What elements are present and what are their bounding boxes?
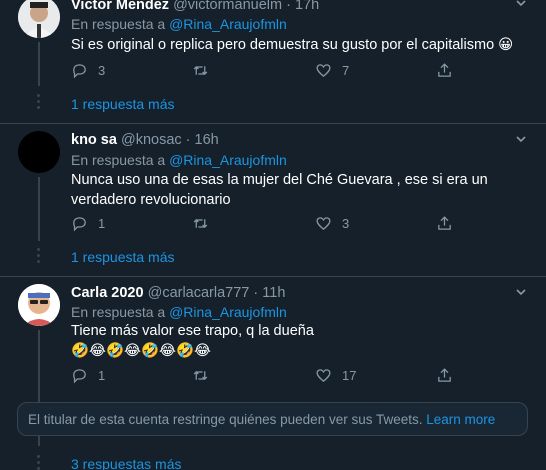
show-more-replies-link[interactable]: 1 respuesta más xyxy=(71,249,175,265)
learn-more-link[interactable]: Learn more xyxy=(426,412,495,427)
like-button[interactable]: 17 xyxy=(315,365,356,385)
like-button[interactable]: 3 xyxy=(315,213,349,233)
share-icon xyxy=(438,215,451,230)
share-button[interactable] xyxy=(436,60,453,80)
thread-dots xyxy=(37,248,41,266)
share-button[interactable] xyxy=(436,365,453,385)
reply-to-line: En respuesta a @Rina_Araujofmln xyxy=(71,152,287,168)
avatar[interactable] xyxy=(18,131,60,173)
share-icon xyxy=(438,62,451,77)
retweet-button[interactable] xyxy=(192,60,219,80)
retweet-icon xyxy=(193,65,208,75)
tweet-victor-mendez[interactable]: Victor Mendez @victormanuelm · 17h En re… xyxy=(0,0,546,124)
tweet-kno-sa[interactable]: kno sa @knosac · 16h En respuesta a @Rin… xyxy=(0,124,546,276)
author-handle[interactable]: @carlacarla777 xyxy=(148,285,250,301)
retweet-button[interactable] xyxy=(192,365,219,385)
chevron-down-icon[interactable] xyxy=(514,0,528,10)
author-name[interactable]: Victor Mendez xyxy=(71,0,169,13)
tweet-carla-2020[interactable]: Carla 2020 @carlacarla777 · 11h En respu… xyxy=(0,277,546,470)
author-name[interactable]: kno sa xyxy=(71,132,117,148)
like-count: 7 xyxy=(342,62,350,78)
reply-count: 1 xyxy=(98,215,106,231)
show-more-replies-link[interactable]: 3 respuestas más xyxy=(71,456,182,470)
chevron-down-icon[interactable] xyxy=(514,285,528,299)
author-name[interactable]: Carla 2020 xyxy=(71,285,144,301)
tweet-header: Victor Mendez @victormanuelm · 17h xyxy=(71,0,319,13)
tweet-time[interactable]: 11h xyxy=(262,285,285,301)
retweet-button[interactable] xyxy=(192,213,219,233)
thread-line xyxy=(38,177,40,241)
tweet-text: Tiene más valor ese trapo, q la dueña 🤣😂… xyxy=(71,321,521,361)
tweet-text: Nunca uso una de esas la mujer del Ché G… xyxy=(71,172,488,208)
like-icon xyxy=(316,216,331,230)
tweet-actions: 1 17 xyxy=(71,365,471,385)
reply-button[interactable]: 1 xyxy=(71,213,105,233)
retweet-icon xyxy=(193,370,208,380)
reply-button[interactable]: 3 xyxy=(71,60,105,80)
reply-count: 3 xyxy=(98,62,106,78)
tweet-actions: 3 7 xyxy=(71,60,471,80)
thread-dots xyxy=(37,94,41,112)
tweet-actions: 1 3 xyxy=(71,213,471,233)
tweet-header: Carla 2020 @carlacarla777 · 11h xyxy=(71,285,286,301)
thread-line xyxy=(38,42,40,86)
avatar[interactable] xyxy=(18,0,60,38)
like-count: 3 xyxy=(342,215,350,231)
reply-to-mention[interactable]: @Rina_Araujofmln xyxy=(169,152,287,168)
tweet-text-line: Tiene más valor ese trapo, q la dueña xyxy=(71,323,314,339)
reply-icon xyxy=(73,368,86,383)
reply-count: 1 xyxy=(98,367,106,383)
reply-button[interactable]: 1 xyxy=(71,365,105,385)
restricted-account-notice: El titular de esta cuenta restringe quié… xyxy=(17,402,528,436)
reply-to-mention[interactable]: @Rina_Araujofmln xyxy=(169,304,287,320)
show-more-replies-link[interactable]: 1 respuesta más xyxy=(71,96,175,112)
chevron-down-icon[interactable] xyxy=(514,132,528,146)
tweet-time[interactable]: 17h xyxy=(295,0,319,13)
avatar[interactable] xyxy=(18,284,60,326)
author-handle[interactable]: @knosac xyxy=(121,132,182,148)
reply-to-mention[interactable]: @Rina_Araujofmln xyxy=(169,16,287,32)
reply-icon xyxy=(73,63,86,78)
tweet-time[interactable]: 16h xyxy=(195,132,219,148)
share-button[interactable] xyxy=(436,213,453,233)
like-icon xyxy=(316,368,331,382)
like-icon xyxy=(316,63,331,77)
like-count: 17 xyxy=(342,367,357,383)
reply-to-line: En respuesta a @Rina_Araujofmln xyxy=(71,16,287,32)
retweet-icon xyxy=(193,218,208,228)
author-handle[interactable]: @victormanuelm xyxy=(173,0,282,13)
tweet-header: kno sa @knosac · 16h xyxy=(71,132,219,148)
tweet-text: Si es original o replica pero demuestra … xyxy=(71,37,514,53)
like-button[interactable]: 7 xyxy=(315,60,349,80)
thread-dots xyxy=(37,455,41,470)
reply-to-line: En respuesta a @Rina_Araujofmln xyxy=(71,304,287,320)
share-icon xyxy=(438,367,451,382)
notice-text: El titular de esta cuenta restringe quié… xyxy=(28,412,423,427)
reply-icon xyxy=(73,216,86,231)
tweet-emoji-line: 🤣😂🤣😂🤣😂🤣😂 xyxy=(71,343,211,359)
